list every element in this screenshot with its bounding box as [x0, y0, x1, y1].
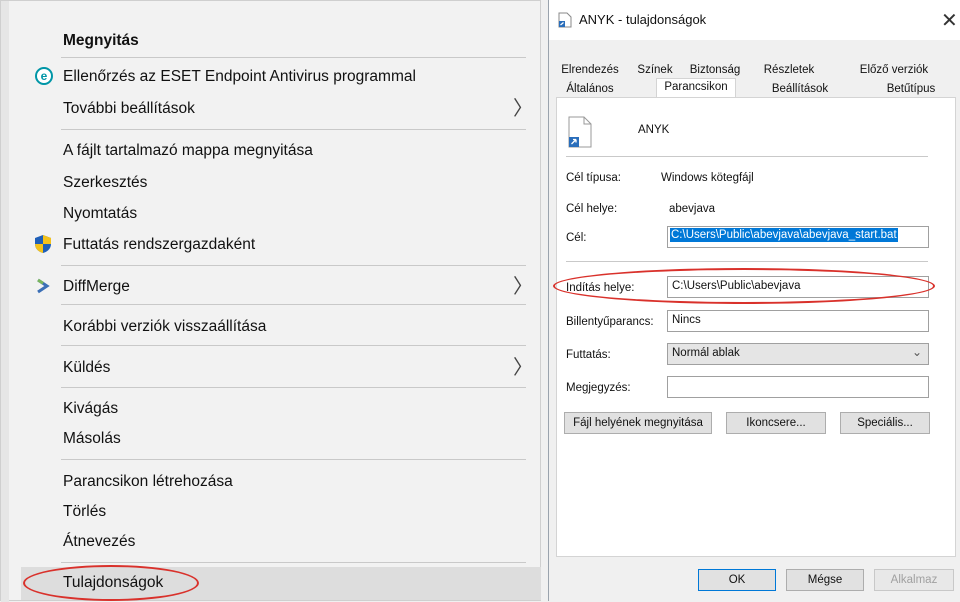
target-label: Cél: [566, 232, 587, 244]
open-file-location-button[interactable]: Fájl helyének megnyitása [564, 412, 712, 434]
tab-details[interactable]: Részletek [756, 62, 822, 78]
properties-dialog: ANYK - tulajdonságok ✕ Elrendezés Színek… [548, 0, 960, 601]
tab-layout[interactable]: Elrendezés [559, 62, 621, 78]
ok-button[interactable]: OK [698, 569, 776, 591]
menu-separator [61, 57, 526, 58]
cancel-button[interactable]: Mégse [786, 569, 864, 591]
admin-shield-icon [34, 234, 52, 253]
target-field[interactable]: C:\Users\Public\abevjava\abevjava_start.… [667, 226, 929, 248]
menu-separator [61, 129, 526, 130]
menu-item-cut[interactable]: Kivágás [63, 399, 118, 419]
apply-button[interactable]: Alkalmaz [874, 569, 954, 591]
menu-item-more-settings[interactable]: További beállítások [63, 99, 195, 119]
run-label: Futtatás: [566, 349, 611, 361]
tab-colors[interactable]: Színek [632, 62, 678, 78]
target-type-label: Cél típusa: [566, 172, 621, 184]
chevron-down-icon: ⌄ [911, 345, 922, 359]
comment-field[interactable] [667, 376, 929, 398]
menu-item-open-file-location[interactable]: A fájlt tartalmazó mappa megnyitása [63, 141, 313, 161]
menu-separator [61, 265, 526, 266]
chevron-right-icon: 〉 [513, 98, 533, 120]
chevron-right-icon: 〉 [513, 357, 533, 379]
diffmerge-icon [35, 277, 53, 295]
eset-icon: e [35, 67, 53, 85]
target-location-label: Cél helye: [566, 203, 618, 215]
dialog-titlebar: ANYK - tulajdonságok ✕ [549, 0, 960, 40]
comment-label: Megjegyzés: [566, 382, 631, 394]
menu-item-run-as-admin[interactable]: Futtatás rendszergazdaként [63, 235, 255, 255]
tab-options[interactable]: Beállítások [759, 81, 841, 97]
menu-item-diffmerge[interactable]: DiffMerge [63, 277, 130, 297]
divider [566, 261, 928, 262]
run-select-value: Normál ablak [672, 347, 740, 359]
shortcut-file-icon [566, 115, 594, 149]
divider [566, 156, 928, 157]
target-type-value: Windows kötegfájl [661, 172, 754, 184]
tab-font[interactable]: Betűtípus [867, 81, 955, 97]
chevron-right-icon: 〉 [513, 276, 533, 298]
menu-item-send-to[interactable]: Küldés [63, 358, 110, 378]
menu-item-copy[interactable]: Másolás [63, 429, 121, 449]
tab-security[interactable]: Biztonság [682, 62, 748, 78]
menu-item-restore-previous-versions[interactable]: Korábbi verziók visszaállítása [63, 317, 266, 337]
annotation-oval-properties [23, 565, 199, 601]
tab-previous-versions[interactable]: Előző verziók [831, 62, 957, 78]
svg-text:e: e [41, 69, 48, 83]
run-select[interactable]: Normál ablak ⌄ [667, 343, 929, 365]
change-icon-button[interactable]: Ikoncsere... [726, 412, 826, 434]
shortcut-name: ANYK [638, 124, 670, 136]
shortcut-key-field[interactable]: Nincs [667, 310, 929, 332]
menu-item-edit[interactable]: Szerkesztés [63, 173, 147, 193]
annotation-oval-start-in [553, 268, 935, 304]
menu-separator [61, 387, 526, 388]
context-menu: Megnyitás e Ellenőrzés az ESET Endpoint … [0, 0, 541, 602]
shortcut-key-label: Billentyűparancs: [566, 316, 654, 328]
menu-separator [61, 562, 526, 563]
tab-shortcut[interactable]: Parancsikon [656, 79, 736, 95]
menu-item-eset-scan[interactable]: Ellenőrzés az ESET Endpoint Antivirus pr… [63, 67, 416, 87]
menu-item-rename[interactable]: Átnevezés [63, 532, 135, 552]
menu-item-delete[interactable]: Törlés [63, 502, 106, 522]
advanced-button[interactable]: Speciális... [840, 412, 930, 434]
close-icon[interactable]: ✕ [941, 8, 960, 33]
menu-separator [61, 304, 526, 305]
menu-separator [61, 345, 526, 346]
menu-item-open[interactable]: Megnyitás [63, 31, 139, 51]
menu-item-print[interactable]: Nyomtatás [63, 204, 137, 224]
target-field-selected-text: C:\Users\Public\abevjava\abevjava_start.… [670, 228, 898, 242]
tab-general[interactable]: Általános [559, 81, 621, 97]
dialog-title: ANYK - tulajdonságok [579, 12, 707, 27]
batch-file-icon [558, 12, 572, 28]
menu-item-create-shortcut[interactable]: Parancsikon létrehozása [63, 472, 233, 492]
menu-separator [61, 459, 526, 460]
menu-left-gutter [1, 1, 9, 602]
target-location-value: abevjava [669, 203, 716, 215]
